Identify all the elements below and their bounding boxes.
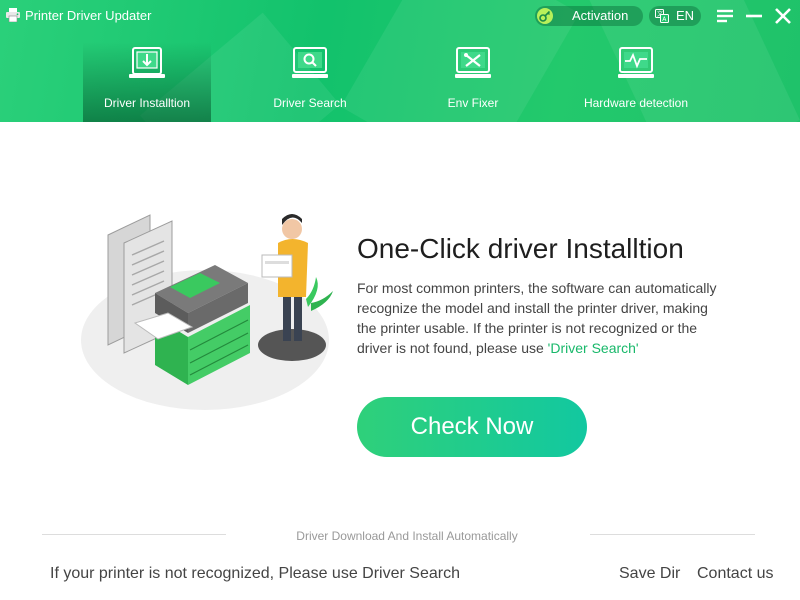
tab-label: Hardware detection — [583, 96, 689, 110]
header-bar: Printer Driver Updater Activation 文 A EN — [0, 0, 800, 122]
tab-hardware-detection[interactable]: Hardware detection — [572, 42, 700, 122]
tab-driver-search[interactable]: Driver Search — [246, 42, 374, 122]
monitor-search-icon — [292, 47, 328, 78]
title-bar: Printer Driver Updater Activation 文 A EN — [0, 0, 800, 32]
language-selector[interactable]: 文 A EN — [649, 6, 701, 26]
printer-logo-icon — [6, 8, 20, 22]
description-body: For most common printers, the software c… — [357, 280, 717, 356]
tab-label: Env Fixer — [447, 96, 499, 110]
tab-label: Driver Installtion — [103, 96, 191, 110]
check-now-button[interactable]: Check Now — [357, 397, 587, 457]
save-dir-link[interactable]: Save Dir — [619, 564, 680, 584]
language-label: EN — [676, 8, 695, 23]
translate-icon: 文 A — [655, 9, 669, 23]
contact-us-link[interactable]: Contact us — [697, 564, 773, 584]
close-icon[interactable] — [773, 6, 793, 26]
activation-label: Activation — [572, 8, 629, 23]
menu-icon[interactable] — [715, 6, 735, 26]
page-heading: One-Click driver Installtion — [357, 233, 684, 264]
tools-icon — [455, 47, 491, 78]
download-icon — [129, 47, 165, 78]
app-title: Printer Driver Updater — [25, 8, 152, 23]
description-text: For most common printers, the software c… — [357, 278, 717, 358]
key-icon — [537, 8, 553, 24]
activation-button[interactable]: Activation — [535, 6, 643, 26]
tab-driver-installation[interactable]: Driver Installtion — [83, 42, 211, 122]
tab-label: Driver Search — [273, 96, 347, 110]
footer-caption: Driver Download And Install Automaticall… — [296, 529, 518, 543]
driver-search-link[interactable]: 'Driver Search' — [548, 340, 639, 356]
footer-hint: If your printer is not recognized, Pleas… — [50, 565, 460, 582]
divider-left — [42, 534, 226, 535]
pulse-monitor-icon — [618, 47, 654, 78]
divider-right — [590, 534, 755, 535]
minimize-icon[interactable] — [744, 6, 764, 26]
printer-illustration — [81, 214, 333, 410]
tab-env-fixer[interactable]: Env Fixer — [409, 42, 537, 122]
